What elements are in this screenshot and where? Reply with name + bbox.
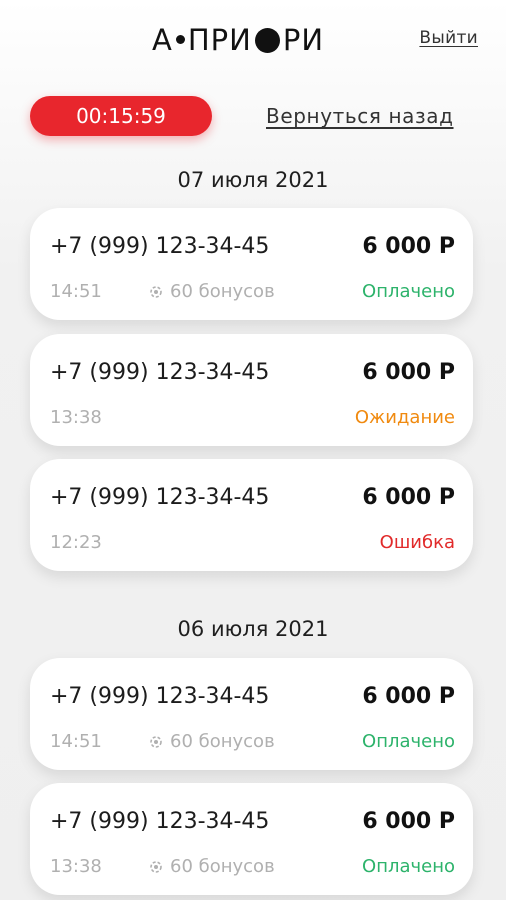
transaction-card[interactable]: +7 (999) 123-34-45 6 000 Р 13:38 Ожидани… [30, 334, 473, 446]
transaction-amount: 6 000 Р [362, 809, 455, 834]
transaction-phone: +7 (999) 123-34-45 [50, 485, 270, 510]
date-heading: 07 июля 2021 [177, 168, 329, 192]
logo-letter-r: Р [282, 23, 302, 57]
transaction-amount: 6 000 Р [362, 234, 455, 259]
logo-dot-icon [175, 34, 185, 44]
transaction-time: 13:38 [50, 407, 102, 428]
logo-circle-icon [254, 27, 280, 53]
bonus-text: 60 бонусов [170, 731, 275, 752]
status-badge: Ошибка [379, 532, 455, 553]
status-badge: Оплачено [362, 856, 455, 877]
transaction-card[interactable]: +7 (999) 123-34-45 6 000 Р 13:38 60 бону… [30, 783, 473, 895]
transaction-phone: +7 (999) 123-34-45 [50, 684, 270, 709]
date-heading: 06 июля 2021 [177, 617, 329, 641]
logo-text-pri: ПРИ [187, 23, 252, 57]
transaction-time: 14:51 [50, 731, 102, 752]
logo-letter-a: А [152, 23, 173, 57]
back-link[interactable]: Вернуться назад [266, 104, 454, 128]
apriori-logo: А ПРИ Р И [152, 23, 325, 57]
transaction-card[interactable]: +7 (999) 123-34-45 6 000 Р 14:51 60 бону… [30, 658, 473, 770]
transaction-phone: +7 (999) 123-34-45 [50, 234, 270, 259]
transaction-amount: 6 000 Р [362, 684, 455, 709]
bonus-text: 60 бонусов [170, 281, 275, 302]
bonus-icon [150, 860, 162, 873]
transaction-amount: 6 000 Р [362, 360, 455, 385]
transaction-time: 14:51 [50, 281, 102, 302]
transactions-screen: А ПРИ Р И Выйти 00:15:59 Вернуться назад… [0, 0, 506, 900]
bonus-icon [150, 285, 162, 298]
logout-link[interactable]: Выйти [419, 28, 478, 48]
transaction-bonus: 60 бонусов [148, 731, 275, 752]
session-timer: 00:15:59 [30, 96, 212, 136]
bonus-icon [150, 735, 162, 748]
transaction-phone: +7 (999) 123-34-45 [50, 809, 270, 834]
bonus-text: 60 бонусов [170, 856, 275, 877]
transaction-phone: +7 (999) 123-34-45 [50, 360, 270, 385]
transaction-time: 12:23 [50, 532, 102, 553]
transaction-amount: 6 000 Р [362, 485, 455, 510]
status-badge: Оплачено [362, 281, 455, 302]
transaction-bonus: 60 бонусов [148, 281, 275, 302]
status-badge: Ожидание [354, 407, 455, 428]
transaction-time: 13:38 [50, 856, 102, 877]
transaction-card[interactable]: +7 (999) 123-34-45 6 000 Р 12:23 Ошибка [30, 459, 473, 571]
logo-letter-i: И [301, 23, 325, 57]
status-badge: Оплачено [362, 731, 455, 752]
transaction-card[interactable]: +7 (999) 123-34-45 6 000 Р 14:51 60 бону… [30, 208, 473, 320]
transaction-bonus: 60 бонусов [148, 856, 275, 877]
